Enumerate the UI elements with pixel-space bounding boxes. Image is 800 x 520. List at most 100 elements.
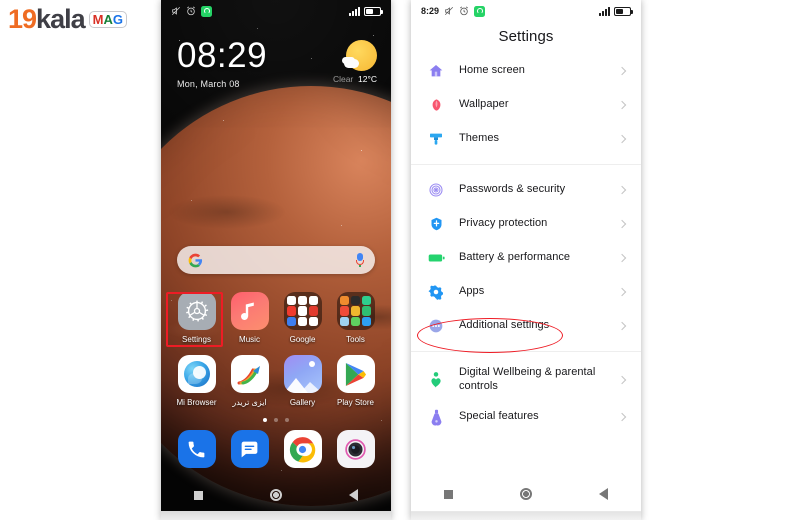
settings-item-label: Additional settings: [459, 319, 550, 332]
page-dot[interactable]: [274, 418, 278, 422]
settings-group-1: Home screen Wallpaper Themes: [411, 52, 641, 158]
page-dot[interactable]: [285, 418, 289, 422]
settings-item-label: Battery & performance: [459, 251, 571, 264]
chrome-glyph: [289, 436, 316, 462]
app-folder-google[interactable]: Google: [276, 292, 329, 344]
settings-group-2: Passwords & security Privacy protection …: [411, 164, 641, 345]
page-dot[interactable]: [263, 418, 267, 422]
right-status-bar: 8:29: [411, 0, 641, 22]
microphone-icon[interactable]: [356, 253, 364, 267]
gallery-icon: [283, 355, 322, 393]
app-label: Google: [289, 335, 316, 344]
chevron-right-icon: [617, 321, 627, 331]
settings-item-privacy-protection[interactable]: Privacy protection: [411, 207, 641, 241]
app-gallery[interactable]: Gallery: [276, 355, 329, 407]
settings-item-battery-performance[interactable]: Battery & performance: [411, 241, 641, 275]
mini-icon: [297, 295, 308, 305]
weather-text: Clear 12°C: [333, 74, 377, 84]
mini-icon: [287, 295, 297, 305]
status-bar-time: 8:29: [421, 6, 440, 16]
site-logo-watermark: 19kala MAG: [8, 6, 127, 33]
app-music[interactable]: Music: [223, 292, 276, 344]
dock-messages[interactable]: [223, 430, 276, 468]
home-indicator-bar: [161, 511, 391, 520]
dock-chrome[interactable]: [276, 430, 329, 468]
app-settings[interactable]: Settings: [170, 292, 223, 344]
recents-square-icon[interactable]: [194, 490, 204, 500]
settings-item-additional-settings[interactable]: Additional settings: [411, 309, 641, 343]
mi-browser-icon: [177, 355, 216, 393]
settings-item-label: Digital Wellbeing & parental controls: [459, 366, 596, 392]
camera-icon: [336, 430, 375, 468]
settings-item-apps[interactable]: Apps: [411, 275, 641, 309]
chevron-right-icon: [617, 287, 627, 297]
camera-glyph: [345, 438, 366, 460]
settings-item-home-screen[interactable]: Home screen: [411, 54, 641, 88]
mini-icon: [361, 317, 371, 327]
logo-mag-a: A: [103, 12, 113, 27]
dock-camera[interactable]: [329, 430, 382, 468]
app-play-store[interactable]: Play Store: [329, 355, 382, 407]
signal-icon: [599, 6, 610, 16]
weather-condition: Clear: [332, 74, 354, 84]
gallery-mountains-glyph: [283, 378, 322, 393]
weather-widget[interactable]: Clear 12°C: [333, 40, 377, 84]
message-glyph: [241, 441, 258, 457]
mini-icon: [350, 317, 361, 327]
settings-item-label: Special features: [459, 410, 539, 423]
settings-item-label: Privacy protection: [459, 217, 548, 230]
back-triangle-icon[interactable]: [348, 489, 358, 501]
fingerprint-icon: [425, 179, 447, 201]
mute-icon: [444, 6, 454, 16]
settings-list: Home screen Wallpaper Themes Passwords &…: [411, 52, 641, 480]
mini-icon: [340, 295, 350, 305]
logo-mag-badge: MAG: [88, 11, 127, 28]
chevron-right-icon: [617, 66, 627, 76]
recents-square-icon[interactable]: [444, 489, 454, 499]
home-circle-icon[interactable]: [269, 489, 282, 501]
screenshot-root: 19kala MAG 08:29 Mon, March 08 Clear 12°…: [0, 0, 800, 520]
mini-icon: [350, 295, 361, 305]
clock-widget[interactable]: 08:29 Mon, March 08: [177, 38, 267, 89]
gear-icon: [177, 292, 216, 330]
weather-temperature: 12°C: [358, 74, 377, 84]
clock-time: 08:29: [177, 36, 268, 75]
settings-item-passwords-security[interactable]: Passwords & security: [411, 173, 641, 207]
google-g-icon: [188, 253, 203, 267]
app-row-2: Mi Browser ایزی تریدر Gallery Play Store: [170, 355, 382, 407]
chevron-right-icon: [617, 134, 627, 144]
dock-phone[interactable]: [170, 430, 223, 468]
settings-item-themes[interactable]: Themes: [411, 122, 641, 156]
app-easy-trader[interactable]: ایزی تریدر: [223, 355, 276, 407]
settings-item-label: Wallpaper: [459, 98, 509, 111]
home-circle-icon[interactable]: [519, 488, 532, 500]
music-note-glyph: [240, 302, 254, 320]
app-label: Play Store: [337, 398, 374, 407]
back-triangle-icon[interactable]: [598, 488, 608, 500]
settings-item-wallpaper[interactable]: Wallpaper: [411, 88, 641, 122]
settings-item-label: Apps: [459, 285, 485, 298]
app-label: Settings: [182, 335, 211, 344]
gear-glyph: [185, 300, 208, 322]
google-search-bar[interactable]: [177, 246, 375, 274]
settings-item-digital-wellbeing[interactable]: Digital Wellbeing & parental controls: [411, 360, 641, 400]
app-folder-tools[interactable]: Tools: [329, 292, 382, 344]
sun-behind-cloud-icon: [344, 40, 377, 71]
mini-icon: [340, 306, 350, 316]
chevron-right-icon: [617, 412, 627, 422]
settings-item-label: Themes: [459, 132, 500, 145]
mini-icon: [340, 317, 350, 327]
wellbeing-heart-icon: [425, 369, 447, 391]
app-mi-browser[interactable]: Mi Browser: [170, 355, 223, 407]
battery-icon: [364, 6, 383, 16]
logo-prefix: 19: [8, 4, 37, 34]
app-label: Mi Browser: [176, 398, 217, 407]
music-note-icon: [230, 292, 269, 330]
easy-trader-icon: [230, 355, 269, 393]
home-dock: [170, 430, 382, 468]
page-indicator-dots[interactable]: [161, 418, 391, 422]
phone-glyph: [188, 441, 205, 457]
settings-item-special-features[interactable]: Special features: [411, 400, 641, 434]
left-phone-screenshot: 08:29 Mon, March 08 Clear 12°C Settings …: [161, 0, 391, 520]
mini-icon: [308, 306, 318, 316]
